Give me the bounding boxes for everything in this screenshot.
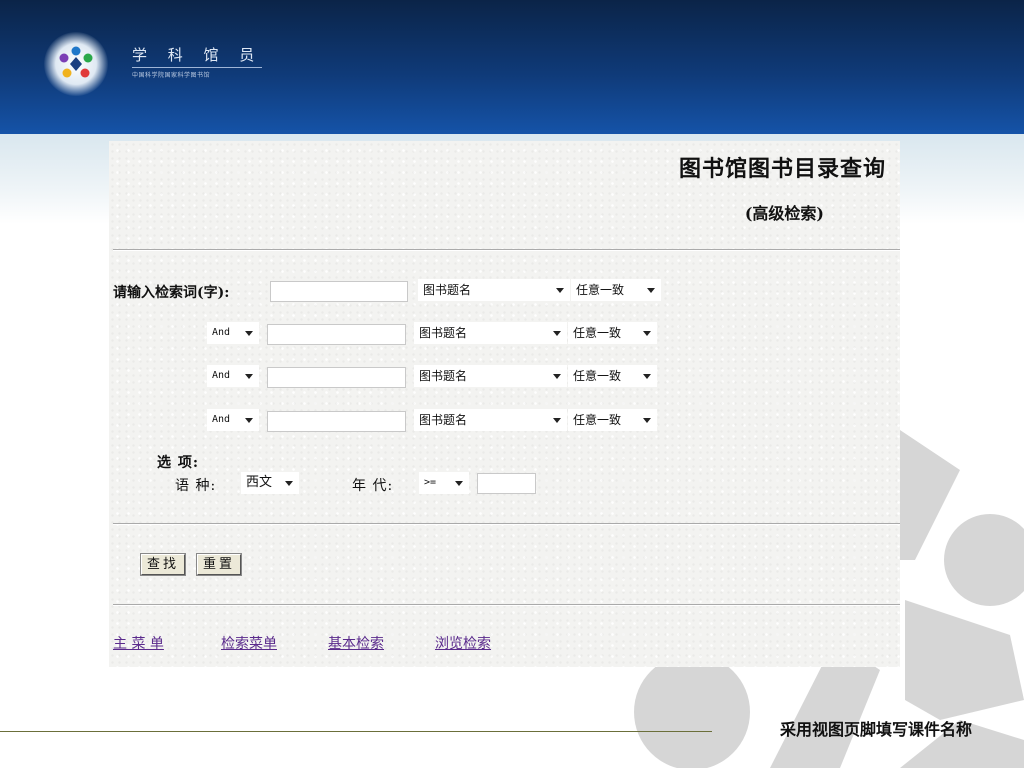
chevron-down-icon <box>553 331 561 336</box>
chevron-down-icon <box>643 418 651 423</box>
search-menu-link[interactable]: 检索菜单 <box>221 633 277 653</box>
year-operator-select[interactable]: >= <box>419 472 469 494</box>
field-select-3[interactable]: 图书题名 <box>414 365 567 387</box>
options-heading: 选 项: <box>157 455 200 471</box>
logo-subtitle: 中国科学院国家科学图书馆 <box>132 72 211 79</box>
operator-select-4[interactable]: And <box>207 409 259 431</box>
divider <box>113 523 900 525</box>
field-select-value: 图书题名 <box>419 326 468 340</box>
divider <box>113 604 900 606</box>
main-menu-link[interactable]: 主 菜 单 <box>113 633 164 653</box>
field-select-2[interactable]: 图书题名 <box>414 322 567 344</box>
match-select-value: 任意一致 <box>573 369 622 383</box>
search-button[interactable]: 查找 <box>139 553 187 576</box>
search-prompt-label: 请输入检索词(字): <box>113 285 230 301</box>
search-term-input-1[interactable] <box>270 281 408 302</box>
search-term-input-2[interactable] <box>267 324 406 345</box>
chevron-down-icon <box>553 418 561 423</box>
language-label: 语 种: <box>175 478 217 494</box>
match-select-value: 任意一致 <box>573 326 622 340</box>
year-operator-value: >= <box>424 477 437 488</box>
catalog-search-page: 图书馆图书目录查询 (高级检索) 请输入检索词(字): 图书题名 任意一致 An… <box>109 141 900 667</box>
operator-select-2[interactable]: And <box>207 322 259 344</box>
year-label: 年 代: <box>352 478 394 494</box>
logo-title: 学 科 馆 员 <box>132 44 263 68</box>
page-subtitle: (高级检索) <box>744 204 824 223</box>
chevron-down-icon <box>455 481 463 486</box>
chevron-down-icon <box>643 331 651 336</box>
chevron-down-icon <box>553 374 561 379</box>
footer-text: 采用视图页脚填写课件名称 <box>779 720 972 739</box>
chevron-down-icon <box>285 481 293 486</box>
footer-rule <box>0 731 712 732</box>
match-select-value: 任意一致 <box>573 413 622 427</box>
operator-select-3[interactable]: And <box>207 365 259 387</box>
basic-search-link[interactable]: 基本检索 <box>328 633 384 653</box>
operator-select-value: And <box>212 327 231 338</box>
match-select-3[interactable]: 任意一致 <box>568 365 657 387</box>
reset-button[interactable]: 重置 <box>195 553 243 576</box>
chevron-down-icon <box>556 288 564 293</box>
chevron-down-icon <box>647 288 655 293</box>
field-select-1[interactable]: 图书题名 <box>418 279 570 301</box>
field-select-value: 图书题名 <box>419 413 468 427</box>
chevron-down-icon <box>643 374 651 379</box>
field-select-value: 图书题名 <box>419 369 468 383</box>
field-select-value: 图书题名 <box>423 283 472 297</box>
match-select-2[interactable]: 任意一致 <box>568 322 657 344</box>
chevron-down-icon <box>245 374 253 379</box>
language-select[interactable]: 西文 <box>241 472 299 494</box>
match-select-4[interactable]: 任意一致 <box>568 409 657 431</box>
operator-select-value: And <box>212 370 231 381</box>
match-select-value: 任意一致 <box>576 283 625 297</box>
page-title: 图书馆图书目录查询 <box>678 156 886 182</box>
field-select-4[interactable]: 图书题名 <box>414 409 567 431</box>
chevron-down-icon <box>245 418 253 423</box>
year-input[interactable] <box>477 473 536 494</box>
match-select-1[interactable]: 任意一致 <box>571 279 661 301</box>
language-select-value: 西文 <box>246 475 273 490</box>
search-term-input-4[interactable] <box>267 411 406 432</box>
divider <box>113 249 900 251</box>
chevron-down-icon <box>245 331 253 336</box>
logo-icon <box>59 46 93 78</box>
search-term-input-3[interactable] <box>267 367 406 388</box>
operator-select-value: And <box>212 414 231 425</box>
browse-search-link[interactable]: 浏览检索 <box>435 633 491 653</box>
